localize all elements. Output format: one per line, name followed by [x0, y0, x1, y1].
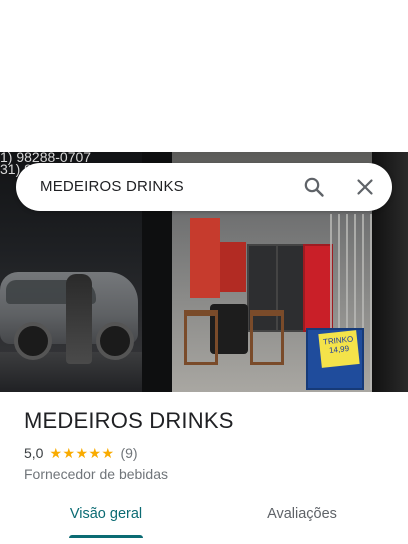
star-icon: ★ — [88, 444, 102, 461]
rating-row[interactable]: 5,0 ★ ★ ★ ★ ★ (9) — [24, 444, 138, 462]
wooden-chair — [184, 310, 218, 365]
search-icon[interactable] — [302, 175, 326, 199]
red-wall — [220, 242, 246, 292]
red-door — [190, 218, 220, 298]
car-wheel — [14, 322, 52, 360]
star-icon: ★ — [49, 444, 63, 461]
rating-value: 5,0 — [24, 445, 44, 461]
star-icon: ★ — [62, 444, 76, 461]
top-blank-area — [0, 0, 408, 152]
place-tabs: Visão geral Avaliações — [0, 496, 408, 544]
tab-reviews[interactable]: Avaliações — [244, 496, 360, 540]
price-sign: TRINKO 14,99 — [318, 330, 360, 368]
red-fridge — [303, 244, 333, 332]
person-reflection — [66, 274, 92, 364]
review-count[interactable]: (9) — [120, 445, 137, 461]
star-icon: ★ — [101, 444, 115, 461]
wooden-chair — [250, 310, 284, 365]
place-title: MEDEIROS DRINKS — [24, 408, 234, 433]
close-icon[interactable] — [353, 175, 377, 199]
car-wheel — [96, 322, 134, 360]
tab-overview[interactable]: Visão geral — [48, 496, 164, 540]
active-tab-indicator — [69, 535, 143, 538]
search-query[interactable]: MEDEIROS DRINKS — [40, 163, 184, 211]
star-icon: ★ — [75, 444, 89, 461]
search-bar[interactable]: MEDEIROS DRINKS — [16, 163, 392, 211]
place-category: Fornecedor de bebidas — [24, 466, 168, 482]
star-rating: ★ ★ ★ ★ ★ — [49, 444, 115, 461]
